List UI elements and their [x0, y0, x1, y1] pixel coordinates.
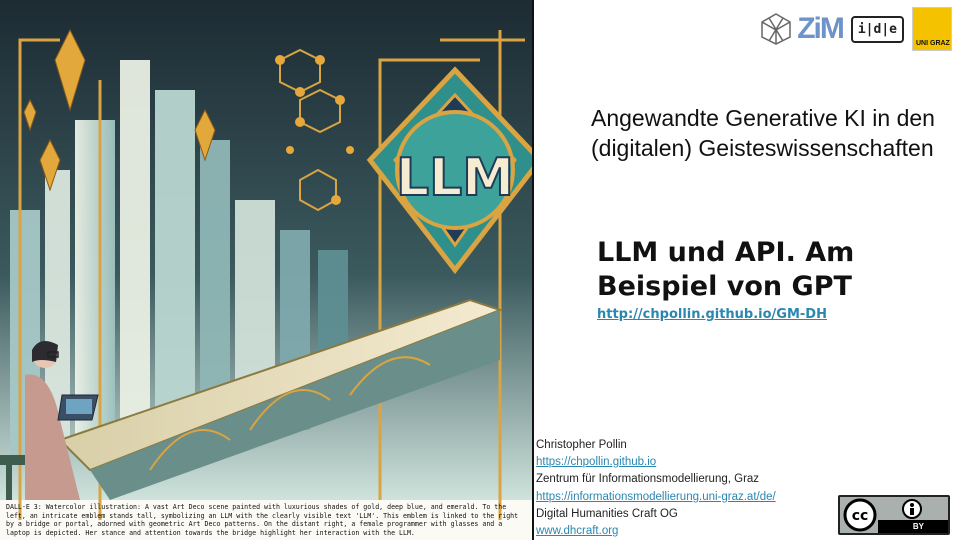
uni-graz-logo-text: UNI GRAZ: [916, 40, 950, 47]
image-caption: DALL-E 3: Watercolor illustration: A vas…: [6, 503, 519, 537]
ide-logo: i|d|e: [850, 15, 904, 43]
zim-cube-icon: [761, 13, 791, 45]
course-url-link[interactable]: http://chpollin.github.io/GM-DH: [597, 307, 827, 322]
author-website-link[interactable]: https://chpollin.github.io: [536, 454, 776, 471]
zim-logo: ZiM: [759, 12, 845, 46]
slide-subtitle: LLM und API. Am Beispiel von GPT: [597, 237, 855, 302]
cc-icon: cc: [852, 508, 869, 524]
slide-title: Angewandte Generative KI in den (digital…: [591, 105, 935, 161]
author-name: Christopher Pollin: [536, 439, 627, 451]
zim-logo-text: ZiM: [797, 12, 845, 45]
art-deco-illustration: LLM: [0, 0, 532, 540]
person-icon: [910, 503, 914, 507]
zim-website-link[interactable]: https://informationsmodellierung.uni-gra…: [536, 489, 776, 506]
dhcraft-website-link[interactable]: www.dhcraft.org: [536, 523, 776, 540]
cc-by-license-badge: cc BY: [838, 495, 950, 535]
contact-block: Christopher Pollin https://chpollin.gith…: [536, 437, 776, 540]
emblem-text: LLM: [396, 148, 514, 208]
logo-bar: ZiM i|d|e UNI GRAZ: [759, 7, 952, 51]
organization-zim: Zentrum für Informationsmodellierung, Gr…: [536, 473, 760, 486]
illustration-panel: LLM DALL-E 3: Watercolor illustration: A: [0, 0, 532, 540]
organization-dhcraft: Digital Humanities Craft OG: [536, 507, 678, 520]
uni-graz-logo: UNI GRAZ: [912, 7, 952, 51]
by-label: BY: [912, 522, 924, 531]
